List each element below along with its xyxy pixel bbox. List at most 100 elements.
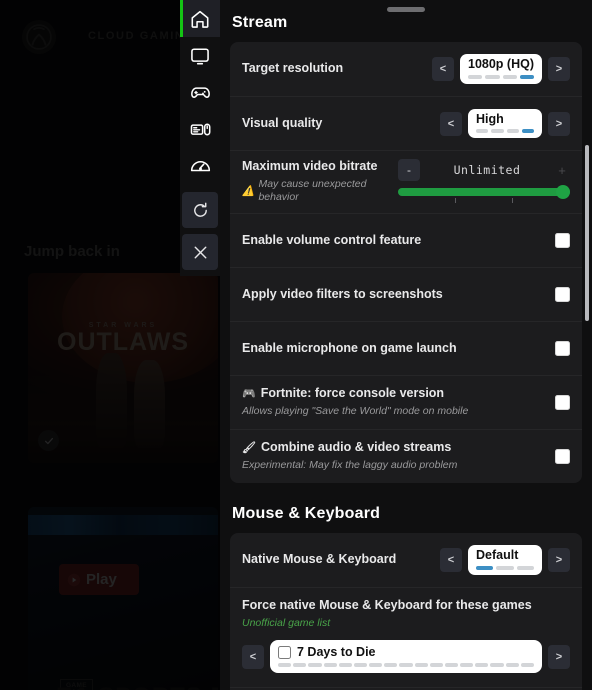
- checkbox-slot: [542, 233, 570, 248]
- setting-checkbox[interactable]: [555, 449, 570, 464]
- segment: [414, 663, 428, 668]
- mouse-keyboard-icon: [190, 123, 210, 136]
- stepper-value-pill[interactable]: 1080p (HQ): [460, 54, 542, 84]
- stepper-prev-button[interactable]: <: [440, 111, 462, 136]
- setting-row-gamelist: Force native Mouse & Keyboard for these …: [230, 587, 582, 687]
- row-label-wrap: Native Mouse & Keyboard: [242, 552, 440, 568]
- stepper-control: < High >: [440, 108, 570, 139]
- setting-row-stepper: Visual quality < High >: [230, 96, 582, 150]
- gamelist-checkbox[interactable]: [278, 645, 291, 659]
- rail-nav-group: [180, 0, 220, 276]
- row-label: Native Mouse & Keyboard: [242, 552, 432, 568]
- row-label: Enable volume control feature: [242, 233, 534, 249]
- bitrate-slider[interactable]: [398, 185, 570, 203]
- row-label-text: Fortnite: force console version: [260, 386, 445, 401]
- sidebar-item-display[interactable]: [180, 37, 220, 74]
- gamelist-next-button[interactable]: >: [548, 644, 570, 669]
- setting-row-slider: Maximum video bitrate ⚠️ May cause unexpec…: [230, 150, 582, 213]
- bitrate-value-label: Unlimited: [453, 163, 521, 177]
- row-note-text: May cause unexpected behavior: [258, 177, 367, 204]
- bitrate-increase-button[interactable]: +: [554, 163, 570, 178]
- setting-row-checkbox: Enable volume control feature: [230, 213, 582, 267]
- row-label: 🖌 Combine audio & video streams: [242, 440, 534, 456]
- setting-checkbox[interactable]: [555, 341, 570, 356]
- row-label-wrap: Enable microphone on game launch: [242, 341, 542, 357]
- warning-triangle-icon: ⚠️: [242, 185, 255, 197]
- checkbox-slot: [542, 287, 570, 302]
- stepper-control: < Default >: [440, 545, 570, 575]
- stepper-prev-button[interactable]: <: [440, 548, 462, 572]
- home-icon: [191, 10, 209, 28]
- segment: [323, 663, 337, 668]
- slider-tick: [511, 198, 513, 203]
- row-label-text: Target resolution: [242, 61, 344, 76]
- segment-indicator: [468, 74, 534, 79]
- checkbox-slot: [542, 341, 570, 356]
- row-label-wrap: Apply video filters to screenshots: [242, 287, 542, 303]
- segment: [338, 663, 352, 668]
- segment: [476, 565, 494, 570]
- close-button[interactable]: [182, 234, 218, 270]
- row-label: 🎮 Fortnite: force console version: [242, 386, 534, 402]
- row-note: Allows playing "Save the World" mode on …: [242, 405, 534, 419]
- segment: [308, 663, 322, 668]
- gamelist-pill[interactable]: 7 Days to Die: [270, 640, 542, 674]
- stepper-value-label: 1080p (HQ): [468, 57, 534, 72]
- segment: [505, 663, 519, 668]
- row-label: Target resolution: [242, 61, 424, 77]
- row-label: Maximum video bitrate: [242, 159, 390, 175]
- settings-scroll-area[interactable]: Stream Target resolution <1080p (HQ) > Visua…: [220, 0, 592, 690]
- section-title-mouse-keyboard: Mouse & Keyboard: [232, 505, 381, 522]
- stepper-next-button[interactable]: >: [548, 111, 570, 136]
- row-note-text: Allows playing "Save the World" mode on …: [242, 404, 469, 417]
- segment: [475, 663, 489, 668]
- segment: [490, 663, 504, 668]
- gamelist-control: <7 Days to Die >: [242, 640, 570, 674]
- setting-row-stepper: Target resolution <1080p (HQ) >: [230, 42, 582, 96]
- sidebar-item-stats[interactable]: [180, 148, 220, 185]
- row-label-text: Maximum video bitrate: [242, 159, 378, 174]
- refresh-button[interactable]: [182, 192, 218, 228]
- setting-row-checkbox: Enable microphone on game launch: [230, 321, 582, 375]
- sidebar-item-controller[interactable]: [180, 74, 220, 111]
- slider-ticks: [398, 198, 570, 204]
- sidebar-item-shortcuts[interactable]: [180, 111, 220, 148]
- row-label: Visual quality: [242, 116, 432, 132]
- stepper-next-button[interactable]: >: [548, 57, 570, 81]
- settings-group: Target resolution <1080p (HQ) > Visual qual…: [230, 42, 582, 483]
- row-emoji-icon: 🎮: [242, 387, 256, 400]
- row-label-text: Native Mouse & Keyboard: [242, 552, 397, 567]
- panel-scrollbar[interactable]: [585, 145, 589, 321]
- segment: [520, 663, 534, 668]
- stepper-prev-button[interactable]: <: [432, 57, 454, 81]
- row-label-text: Enable volume control feature: [242, 232, 422, 247]
- slider-knob[interactable]: [556, 185, 570, 199]
- close-icon: [194, 246, 206, 258]
- row-note: ⚠️ May cause unexpected behavior: [242, 178, 390, 205]
- row-label-wrap: Enable volume control feature: [242, 233, 542, 249]
- sidebar-item-home[interactable]: [180, 0, 220, 37]
- setting-checkbox[interactable]: [555, 233, 570, 248]
- segment: [506, 129, 519, 134]
- row-label-wrap: Force native Mouse & Keyboard for these …: [242, 598, 570, 630]
- stepper-value-pill[interactable]: High: [468, 108, 542, 139]
- setting-row-checkbox: Apply video filters to screenshots: [230, 267, 582, 321]
- segment: [519, 74, 534, 79]
- stepper-next-button[interactable]: >: [548, 548, 570, 572]
- row-label: Force native Mouse & Keyboard for these …: [242, 598, 562, 614]
- gamelist-prev-button[interactable]: <: [242, 644, 264, 669]
- rail-divider: [180, 185, 220, 192]
- gamelist-game-label: 7 Days to Die: [297, 645, 376, 660]
- row-label-wrap: Visual quality: [242, 116, 440, 132]
- section-title-stream: Stream: [232, 14, 288, 31]
- setting-checkbox[interactable]: [555, 287, 570, 302]
- segment: [369, 663, 383, 668]
- stepper-value-label: High: [476, 111, 504, 126]
- row-label-text: Apply video filters to screenshots: [242, 286, 443, 301]
- bitrate-decrease-button[interactable]: -: [398, 159, 420, 181]
- segment-indicator: [476, 565, 534, 570]
- slider-fill: [398, 188, 570, 196]
- setting-checkbox[interactable]: [555, 395, 570, 410]
- segment: [399, 663, 413, 668]
- stepper-value-pill[interactable]: Default: [468, 545, 542, 575]
